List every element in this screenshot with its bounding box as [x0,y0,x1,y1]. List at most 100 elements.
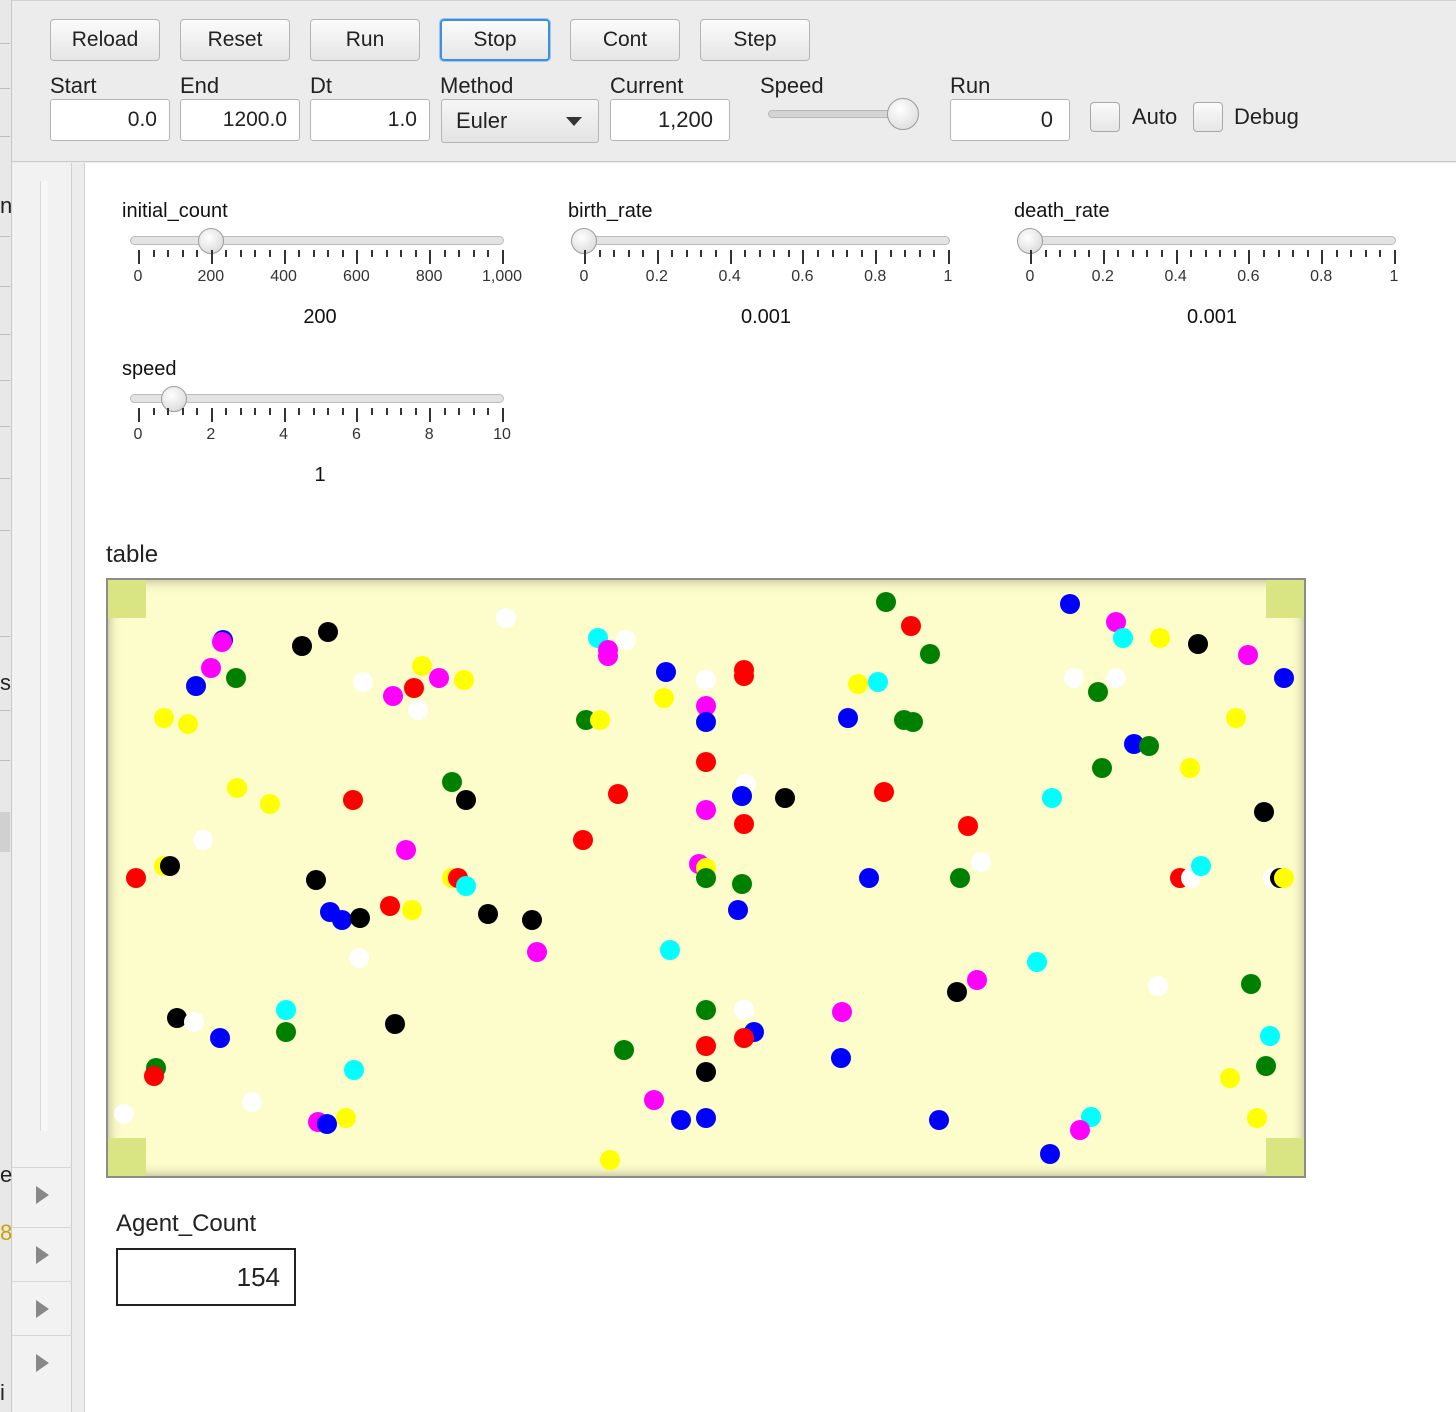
agent-dot [654,688,674,708]
left-panel-fragment: i [0,1380,5,1405]
expand-arrow-icon[interactable] [36,1246,49,1264]
slider-track[interactable] [576,236,950,245]
agent-dot [126,868,146,888]
slider-tick-mark [1364,250,1367,257]
slider-tick-mark [1321,250,1324,264]
slider-tick-mark [700,250,703,257]
slider-tick-mark [443,408,446,415]
slider-tick-mark [1204,250,1207,257]
agent-dot [696,1036,716,1056]
slider-ticks [138,250,504,266]
slider-tick-mark [598,250,601,257]
slider-tick-mark [1292,250,1295,257]
dt-input[interactable]: 1.0 [310,99,430,141]
agent-dot [212,632,232,652]
run-count-input[interactable]: 0 [950,99,1070,141]
method-select-value: Euler [456,108,508,133]
slider-tick-mark [1379,250,1382,257]
agent-dot [1040,1144,1060,1164]
slider-tick-label: 0.8 [864,268,887,285]
agent-dot [732,786,752,806]
auto-checkbox[interactable] [1090,102,1120,132]
left-panel-divider [0,136,10,137]
agent-dot [728,900,748,920]
slider-tick-mark [758,250,761,257]
expand-arrow-icon[interactable] [36,1354,49,1372]
slider-tick-mark [729,250,732,264]
slider-tick-label: 1,000 [481,268,523,285]
end-input[interactable]: 1200.0 [180,99,300,141]
grid-corner-patch [108,1138,146,1176]
slider-tick-mark [429,250,432,264]
agent-dot [832,1002,852,1022]
slider-tick-mark [196,250,199,257]
debug-checkbox[interactable] [1193,102,1223,132]
start-input[interactable]: 0.0 [50,99,170,141]
slider-tick-mark [269,408,272,415]
agent-dot [1247,1108,1267,1128]
agent-dot [276,1000,296,1020]
slider-tick-mark [269,250,272,257]
run-button[interactable]: Run [310,19,420,61]
agent-dot [380,896,400,916]
slider-tick-label: 10 [493,426,511,443]
slider-track[interactable] [130,236,504,245]
agent-dot [696,752,716,772]
agent-dot [154,708,174,728]
slider-ticks [584,250,950,266]
slider-tick-label: 8 [424,426,434,443]
slider-track[interactable] [1022,236,1396,245]
tree-row[interactable] [12,1281,72,1335]
cont-button[interactable]: Cont [570,19,680,61]
agent-dot [456,790,476,810]
end-label: End [180,73,220,98]
slider-tick-mark [1394,250,1396,264]
agent-dot [201,658,221,678]
agent-dot [336,1108,356,1128]
agent-dot [332,910,352,930]
slider-tick-mark [773,250,776,257]
agent-dot [696,712,716,732]
agent-dot [344,1060,364,1080]
slider-tick-mark [225,250,228,257]
agent-dot [1254,802,1274,822]
agent-dot [1092,758,1112,778]
agent-dot [350,908,370,928]
step-button[interactable]: Step [700,19,810,61]
slider-tick-mark [356,408,359,422]
agent-dot [734,1028,754,1048]
slider-tick-mark [210,250,213,264]
agent-dot [696,868,716,888]
speed-slider-thumb[interactable] [887,98,919,130]
slider-title: initial_count [122,200,228,222]
left-panel-divider [0,636,10,637]
expand-arrow-icon[interactable] [36,1300,49,1318]
slider-tick-mark [167,408,170,415]
slider-tick-mark [443,250,446,257]
agent-dot [178,714,198,734]
slider-tick-mark [1335,250,1338,257]
left-panel-divider [0,43,10,44]
method-select[interactable]: Euler [441,99,599,143]
tree-row[interactable] [12,1227,72,1281]
stop-button[interactable]: Stop [440,19,550,61]
slider-tick-label: 0.4 [1164,268,1187,285]
agent-dot [831,1048,851,1068]
agent-dot [1139,736,1159,756]
tree-row[interactable] [12,1167,72,1221]
slider-tick-mark [1102,250,1105,264]
left-panel-fragment: 8 [0,1220,13,1245]
reload-button[interactable]: Reload [50,19,160,61]
outline-scrollbar[interactable] [40,181,48,1131]
expand-arrow-icon[interactable] [36,1186,49,1204]
slider-tick-label: 0.4 [718,268,741,285]
slider-tick-mark [1306,250,1309,257]
slider-tick-mark [239,408,242,415]
slider-tick-label: 0 [133,426,143,443]
agent-dot [734,1000,754,1020]
tree-row[interactable] [12,1335,72,1389]
agent-dot [144,1066,164,1086]
agent-dot [383,686,403,706]
slider-tick-mark [1088,250,1091,257]
reset-button[interactable]: Reset [180,19,290,61]
